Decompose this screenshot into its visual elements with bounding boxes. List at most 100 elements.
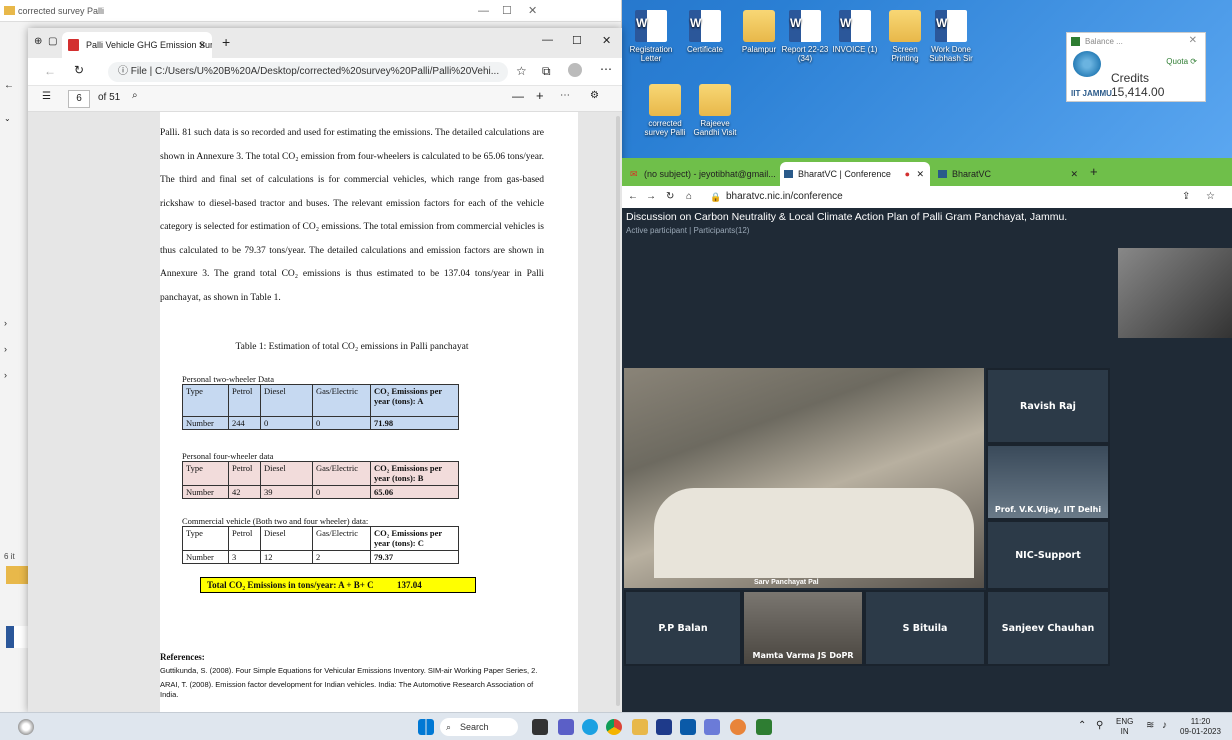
desktop-icon-screen-printing[interactable]: Screen Printing [880, 10, 930, 63]
maximize-icon[interactable]: ☐ [572, 34, 582, 47]
usb-icon[interactable]: ⚲ [1096, 721, 1103, 731]
settings-icon[interactable]: ⚙ [590, 90, 599, 101]
table-caption: Table 1: Estimation of total CO₂ emissio… [235, 342, 469, 352]
tab-close-icon[interactable]: ✕ [916, 162, 924, 186]
participant-mamta-varma[interactable]: Mamta Varma JS DoPR [742, 590, 864, 666]
desktop-icon-work-done[interactable]: Work Done Subhash Sir [926, 10, 976, 63]
total-emissions-box: Total CO₂ Emissions in tons/year: A + B+… [200, 577, 476, 593]
tab-close-icon[interactable]: ✕ [1070, 162, 1078, 186]
profile-icon[interactable] [568, 63, 582, 77]
page-number-input[interactable]: 6 [68, 90, 90, 108]
refresh-icon[interactable]: ↻ [666, 186, 674, 208]
tree-arrow[interactable]: › [4, 318, 7, 328]
wifi-icon[interactable]: ≋ [1146, 721, 1154, 731]
desktop-icon-report[interactable]: Report 22-23 (34) [780, 10, 830, 63]
pdf-viewport[interactable]: Palli. 81 such data is so recorded and u… [28, 112, 622, 712]
more-icon[interactable]: ⋯ [600, 62, 612, 76]
participant-nic-support[interactable]: NIC-Support [986, 520, 1110, 590]
file-explorer-icon[interactable] [632, 719, 648, 735]
new-tab-icon[interactable]: + [222, 34, 230, 50]
tab-gmail[interactable]: ✉ (no subject) - jeyotibhat@gmail... [626, 162, 776, 186]
browser-address[interactable]: bharatvc.nic.in/conference [726, 186, 843, 208]
store-icon[interactable] [656, 719, 672, 735]
participant-sanjeev-chauhan[interactable]: Sanjeev Chauhan [986, 590, 1110, 666]
more-icon[interactable]: ⋯ [560, 90, 570, 101]
conference-subtitle: Active participant | Participants(12) [626, 226, 750, 235]
start-icon[interactable] [418, 719, 434, 735]
edge-icon[interactable] [582, 719, 598, 735]
tab-actions-icon[interactable]: ▢ [48, 36, 57, 47]
desktop-icon-palampur[interactable]: Palampur [734, 10, 784, 54]
language-indicator[interactable]: ENG IN [1116, 717, 1133, 737]
volume-icon[interactable]: ♪ [1162, 721, 1167, 731]
favorites-icon[interactable]: ☆ [516, 64, 527, 78]
tab-conference[interactable]: BharatVC | Conference ● ✕ [780, 162, 930, 186]
meeting-table [654, 488, 974, 578]
balance-close-icon[interactable]: ✕ [1189, 35, 1197, 46]
tray-chevron-icon[interactable]: ⌃ [1078, 721, 1086, 731]
word-icon [689, 10, 721, 42]
tab-bharatvc[interactable]: BharatVC ✕ [934, 162, 1084, 186]
desktop-icon-registration[interactable]: Registration Letter [626, 10, 676, 63]
widgets-icon[interactable] [18, 719, 34, 735]
browser-tabstrip: ✉ (no subject) - jeyotibhat@gmail... Bhar… [622, 158, 1232, 186]
explorer-collapse-arrow[interactable]: ⌄ [4, 114, 11, 123]
explorer-nav-arrow[interactable]: ← [4, 80, 14, 91]
desktop-icon-corrected-survey[interactable]: corrected survey Palli [640, 84, 690, 137]
new-tab-icon[interactable]: + [1090, 164, 1098, 179]
workspaces-icon[interactable]: ⊕ [34, 36, 42, 47]
participant-vk-vijay[interactable]: Prof. V.K.Vijay, IIT Delhi [986, 444, 1110, 520]
zoom-out-icon[interactable]: — [512, 89, 524, 103]
taskview-icon[interactable] [532, 719, 548, 735]
mail-icon[interactable] [680, 719, 696, 735]
address-bar[interactable]: ⓘ File | C:/Users/U%20B%20A/Desktop/corr… [108, 62, 508, 82]
edge-tabstrip: ⊕ ▢ Palli Vehicle GHG Emission Surve ✕ +… [28, 28, 622, 58]
close-icon[interactable]: ✕ [528, 0, 537, 22]
desktop-icon-certificate[interactable]: Certificate [680, 10, 730, 54]
bharatvc-icon [784, 170, 793, 178]
refresh-icon[interactable]: ↻ [74, 63, 84, 77]
back-icon[interactable]: ← [44, 64, 56, 78]
tab-pdf[interactable]: Palli Vehicle GHG Emission Surve ✕ [62, 32, 212, 58]
desktop-icon-rajeeve[interactable]: Rajeeve Gandhi Visit [690, 84, 740, 137]
chrome-icon[interactable] [606, 719, 622, 735]
folder-icon [699, 84, 731, 116]
recording-icon: ● [904, 169, 910, 179]
close-icon[interactable]: ✕ [602, 34, 611, 47]
back-icon[interactable]: ← [628, 186, 638, 208]
participant-pp-balan[interactable]: P.P Balan [624, 590, 742, 666]
taskbar-side-folder[interactable] [6, 566, 28, 584]
bookmark-icon[interactable]: ☆ [1206, 186, 1215, 208]
chat-icon[interactable] [558, 719, 574, 735]
org-label: IIT JAMMU [1071, 89, 1112, 98]
forward-icon[interactable]: → [646, 186, 656, 208]
body-paragraph: Palli. 81 such data is so recorded and u… [160, 128, 544, 303]
conference-header: Discussion on Carbon Neutrality & Local … [622, 208, 1232, 246]
pdf-scrollbar[interactable] [616, 116, 620, 706]
share-icon[interactable]: ⇪ [1182, 186, 1190, 208]
contents-icon[interactable]: ☰ [42, 91, 51, 102]
refresh-icon[interactable]: ⟳ [1190, 57, 1197, 66]
search-icon[interactable]: ⌕ [132, 90, 138, 101]
tree-arrow[interactable]: › [4, 370, 7, 380]
paint-icon[interactable] [730, 719, 746, 735]
snipping-icon[interactable] [704, 719, 720, 735]
minimize-icon[interactable]: — [478, 0, 489, 22]
clock[interactable]: 11:20 09-01-2023 [1180, 717, 1221, 737]
taskbar-search[interactable]: ⌕ Search [440, 718, 518, 736]
home-icon[interactable]: ⌂ [686, 186, 692, 208]
minimize-icon[interactable]: — [542, 34, 553, 46]
participant-ravish-raj[interactable]: Ravish Raj [986, 368, 1110, 444]
app-p-icon[interactable] [756, 719, 772, 735]
maximize-icon[interactable]: ☐ [502, 0, 512, 22]
desktop-icon-invoice[interactable]: INVOICE (1) [830, 10, 880, 54]
self-view-tile [1118, 248, 1232, 338]
tree-arrow[interactable]: › [4, 344, 7, 354]
side-word-icon[interactable] [6, 626, 28, 648]
conference-browser-window: ✉ (no subject) - jeyotibhat@gmail... Bhar… [622, 158, 1232, 712]
participant-s-bituila[interactable]: S Bituila [864, 590, 986, 666]
collections-icon[interactable]: ⧉ [542, 64, 551, 79]
tab-close-icon[interactable]: ✕ [198, 32, 206, 58]
balance-app-icon [1071, 37, 1080, 46]
zoom-in-icon[interactable]: + [536, 88, 544, 103]
